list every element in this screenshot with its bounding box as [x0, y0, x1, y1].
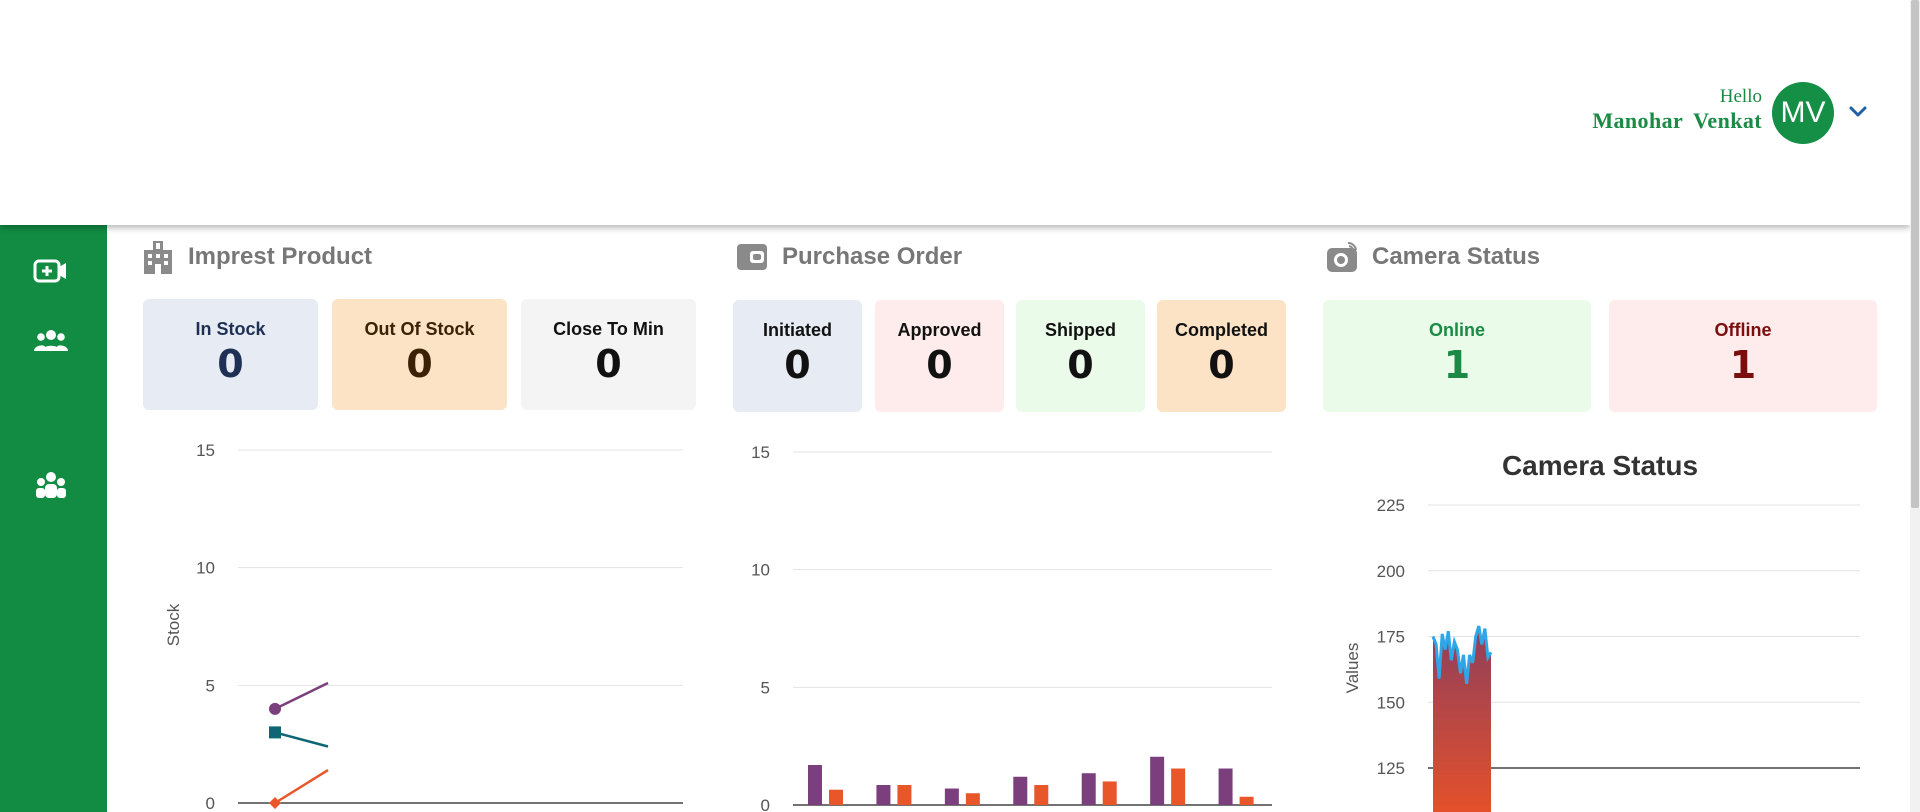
y-tick-label: 5 — [761, 678, 770, 697]
card-value: 1 — [1729, 343, 1757, 387]
camera-status-header: Camera Status — [1326, 241, 1540, 273]
card-value: 0 — [784, 343, 811, 387]
card-in-stock[interactable]: In Stock 0 — [143, 299, 318, 410]
team-icon[interactable] — [33, 470, 69, 502]
card-label: Online — [1428, 320, 1485, 340]
camera-chart-title: Camera Status — [1502, 450, 1698, 481]
bar — [1150, 756, 1165, 805]
top-header: Hello Manohar Venkat MV — [0, 0, 1910, 225]
card-label: Offline — [1714, 320, 1772, 340]
bar — [1171, 768, 1186, 805]
bar — [897, 784, 912, 805]
purchase-order-header: Purchase Order — [736, 242, 962, 272]
bar — [944, 788, 959, 805]
card-value: 0 — [595, 342, 622, 386]
series-line — [274, 731, 329, 748]
avatar[interactable]: MV — [1772, 82, 1834, 144]
card-label: Out Of Stock — [364, 319, 475, 339]
greeting-text: Hello — [1719, 86, 1762, 107]
card-label: Close To Min — [553, 319, 664, 339]
card-online[interactable]: Online 1 — [1323, 300, 1591, 412]
bar — [1081, 773, 1096, 805]
users-icon[interactable] — [33, 325, 69, 357]
card-label: Initiated — [762, 320, 832, 340]
building-icon — [144, 241, 172, 274]
y-tick-label: 125 — [1377, 759, 1405, 778]
scrollbar-thumb[interactable] — [1911, 0, 1919, 508]
card-label: Shipped — [1045, 320, 1116, 340]
y-tick-label: 5 — [206, 676, 215, 695]
y-tick-label: 10 — [751, 561, 770, 580]
bar — [1239, 796, 1254, 805]
card-value: 0 — [1208, 343, 1235, 387]
first-name: Manohar — [1592, 108, 1684, 133]
card-label: In Stock — [195, 319, 266, 339]
page-scrollbar[interactable] — [1910, 0, 1920, 812]
y-tick-label: 150 — [1377, 693, 1405, 712]
bar — [1218, 768, 1233, 805]
y-tick-label: 10 — [196, 559, 215, 578]
card-value: 0 — [217, 342, 244, 386]
card-value: 0 — [406, 342, 433, 386]
data-point — [269, 702, 281, 715]
card-close-to-min[interactable]: Close To Min 0 — [521, 299, 696, 410]
y-tick-label: 15 — [751, 443, 770, 462]
bar — [829, 789, 843, 805]
y-tick-label: 15 — [196, 441, 215, 460]
card-offline[interactable]: Offline 1 — [1609, 300, 1877, 412]
card-label: Approved — [897, 320, 982, 340]
sidebar — [0, 225, 107, 812]
section-title-imprest: Imprest Product — [188, 243, 373, 270]
card-out-of-stock[interactable]: Out Of Stock 0 — [332, 299, 507, 410]
card-approved[interactable]: Approved 0 — [875, 300, 1004, 412]
user-greeting: Hello Manohar Venkat — [1592, 86, 1762, 134]
card-value: 0 — [1067, 343, 1094, 387]
card-label: Completed — [1174, 320, 1268, 340]
series-line — [274, 768, 329, 805]
y-tick-label: 0 — [206, 794, 215, 812]
wallet-icon — [737, 244, 767, 270]
card-value: 1 — [1443, 343, 1471, 387]
imprest-stock-chart: 0 5 10 15 Stock — [164, 441, 683, 812]
video-plus-icon[interactable] — [33, 255, 69, 287]
camera-status-chart: Camera Status 125 150 175 200 225 Values — [1343, 450, 1860, 812]
user-name: Manohar Venkat — [1592, 108, 1762, 134]
y-tick-label: 225 — [1377, 496, 1405, 515]
imprest-product-header: Imprest Product — [142, 240, 372, 274]
data-point — [269, 726, 281, 739]
purchase-order-chart: 0 5 10 15 — [751, 443, 1272, 812]
y-tick-label: 0 — [761, 796, 770, 812]
bar — [1102, 781, 1117, 805]
section-title-purchase: Purchase Order — [782, 243, 963, 270]
last-name: Venkat — [1693, 108, 1762, 133]
y-axis-label: Values — [1343, 643, 1362, 694]
y-tick-label: 175 — [1377, 628, 1405, 647]
bar — [1034, 784, 1049, 805]
bar — [1013, 776, 1028, 805]
bar — [876, 784, 891, 805]
y-axis-label: Stock — [164, 603, 183, 646]
card-shipped[interactable]: Shipped 0 — [1016, 300, 1145, 412]
card-completed[interactable]: Completed 0 — [1157, 300, 1286, 412]
bar — [965, 793, 980, 805]
card-value: 0 — [926, 343, 953, 387]
chevron-down-icon[interactable] — [1846, 100, 1870, 124]
data-point — [269, 797, 281, 809]
bar — [808, 764, 822, 805]
card-initiated[interactable]: Initiated 0 — [733, 300, 862, 412]
section-title-camera: Camera Status — [1372, 243, 1541, 270]
series-line — [274, 681, 329, 710]
camera-icon — [1327, 241, 1357, 272]
y-tick-label: 200 — [1377, 562, 1405, 581]
